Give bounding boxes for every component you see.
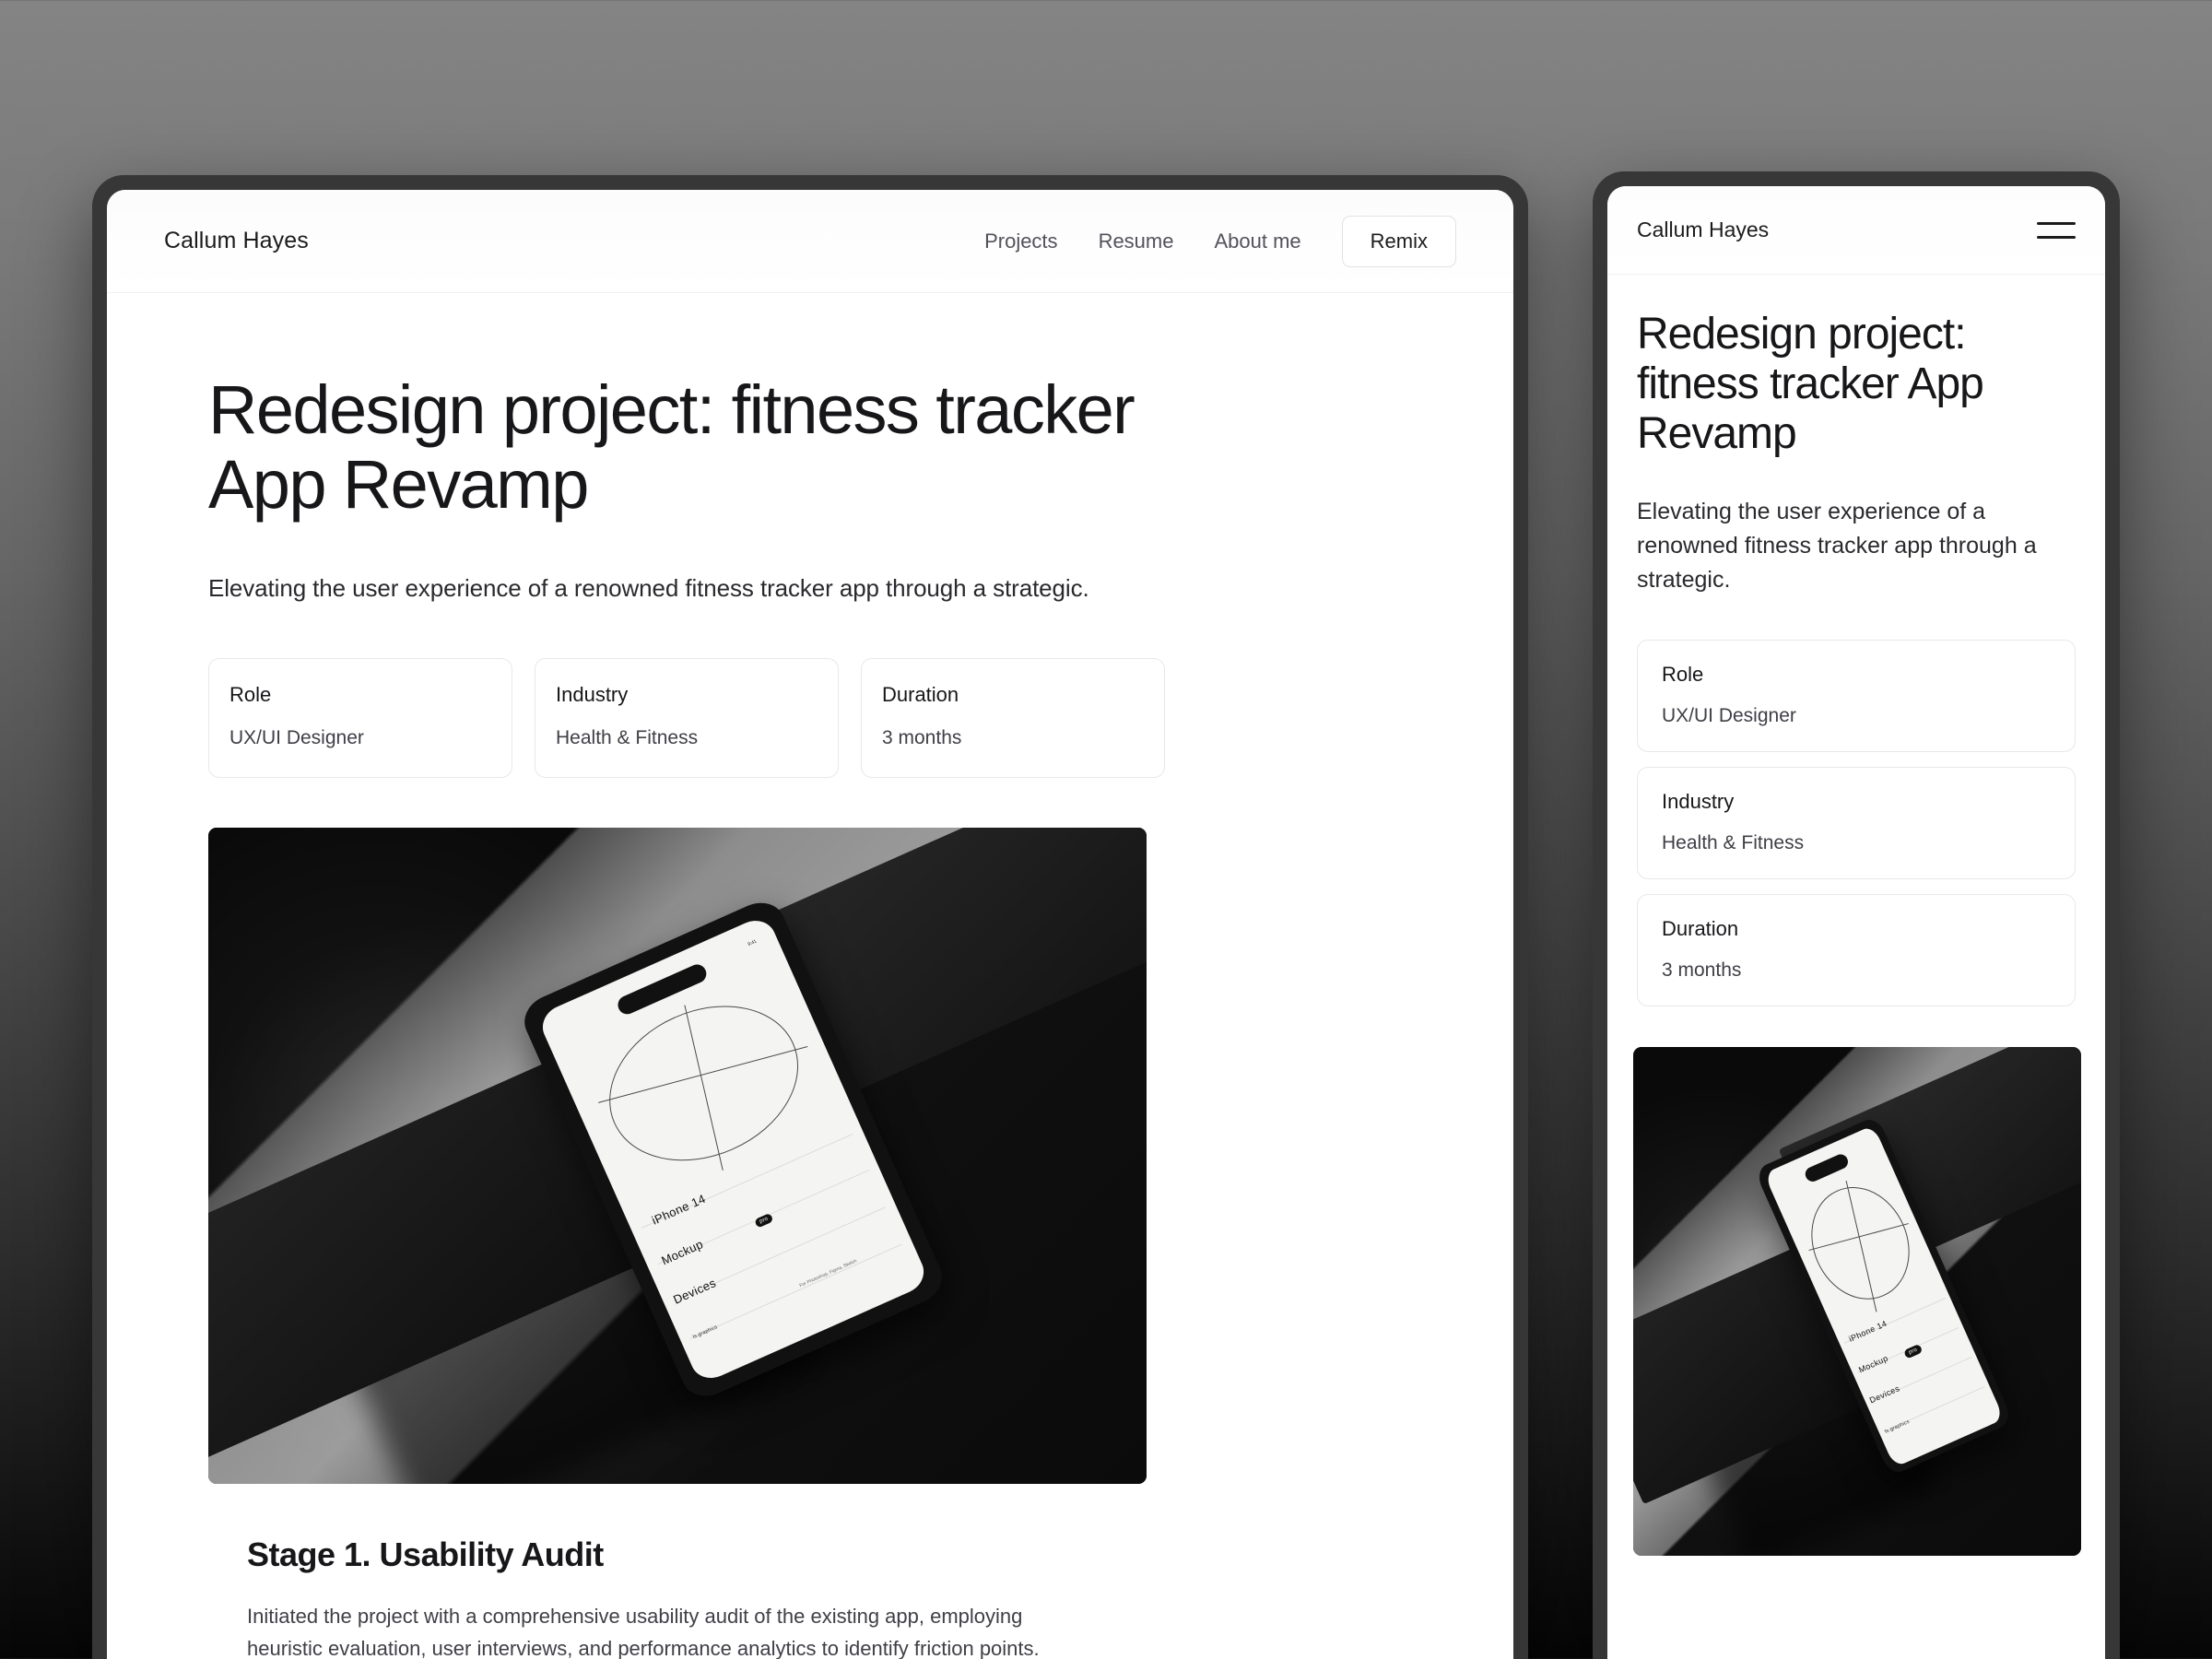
status-time: 9:41 <box>747 937 759 947</box>
hero-mockup-image: 9:41 iPhone 14 Mockup Devices pro ls.gra… <box>208 827 1147 1484</box>
desktop-content: Redesign project: fitness tracker App Re… <box>107 293 1513 1659</box>
hamburger-icon[interactable] <box>2037 218 2076 242</box>
dynamic-island-icon <box>1803 1151 1852 1184</box>
desktop-device-frame: Callum Hayes Projects Resume About me Re… <box>92 175 1528 1659</box>
meta-card-label: Role <box>1662 662 1704 686</box>
meta-card-duration: Duration 3 months <box>861 657 1165 778</box>
meta-card-label: Role <box>229 682 272 706</box>
page-title: Redesign project: fitness tracker App Re… <box>208 371 1135 524</box>
meta-card-value: Health & Fitness <box>1662 831 1805 853</box>
desktop-nav: Projects Resume About me Remix <box>984 215 1456 267</box>
stage-heading: Stage 1. Usability Audit <box>247 1535 604 1573</box>
page-subtitle: Elevating the user experience of a renow… <box>208 573 1089 602</box>
nav-item-resume[interactable]: Resume <box>1099 229 1174 253</box>
mobile-meta-card-role: Role UX/UI Designer <box>1637 639 2076 752</box>
mobile-page-title: Redesign project: fitness tracker App Re… <box>1637 310 1984 458</box>
mobile-device-frame: Callum Hayes Redesign project: fitness t… <box>1593 171 2120 1659</box>
meta-card-value: Health & Fitness <box>556 726 699 748</box>
desktop-header: Callum Hayes Projects Resume About me Re… <box>107 190 1513 293</box>
nav-item-about-me[interactable]: About me <box>1214 229 1300 253</box>
remix-button[interactable]: Remix <box>1341 215 1456 267</box>
desktop-viewport: Callum Hayes Projects Resume About me Re… <box>107 190 1513 1659</box>
meta-card-value: UX/UI Designer <box>229 726 364 748</box>
mobile-viewport: Callum Hayes Redesign project: fitness t… <box>1607 186 2105 1659</box>
mobile-brand-logo[interactable]: Callum Hayes <box>1637 218 1769 242</box>
stage-section: Stage 1. Usability Audit Initiated the p… <box>208 1535 1456 1659</box>
mobile-meta-card-duration: Duration 3 months <box>1637 893 2076 1006</box>
stage-body: Initiated the project with a comprehensi… <box>247 1604 1040 1659</box>
meta-card-role: Role UX/UI Designer <box>208 657 512 778</box>
meta-card-group: Role UX/UI Designer Industry Health & Fi… <box>208 657 1456 778</box>
meta-card-value: 3 months <box>882 726 962 748</box>
meta-card-label: Duration <box>1662 916 1739 940</box>
mobile-header: Callum Hayes <box>1607 186 2105 275</box>
meta-card-value: 3 months <box>1662 959 1742 981</box>
meta-card-industry: Industry Health & Fitness <box>535 657 839 778</box>
nav-item-projects[interactable]: Projects <box>984 229 1057 253</box>
mobile-page-subtitle: Elevating the user experience of a renow… <box>1637 499 2037 593</box>
meta-card-label: Industry <box>556 682 629 706</box>
meta-card-label: Industry <box>1662 789 1735 813</box>
meta-card-value: UX/UI Designer <box>1662 704 1796 726</box>
brand-logo[interactable]: Callum Hayes <box>164 228 309 254</box>
meta-card-label: Duration <box>882 682 959 706</box>
mobile-hero-mockup-image: iPhone 14 Mockup Devices pro ls.graphics <box>1633 1046 2081 1556</box>
mobile-meta-card-industry: Industry Health & Fitness <box>1637 766 2076 879</box>
mobile-hero-wrap: iPhone 14 Mockup Devices pro ls.graphics <box>1607 1046 2105 1556</box>
dynamic-island-icon <box>615 960 711 1018</box>
mobile-meta-card-group: Role UX/UI Designer Industry Health & Fi… <box>1637 639 2076 1006</box>
mobile-content: Redesign project: fitness tracker App Re… <box>1607 275 2105 1006</box>
